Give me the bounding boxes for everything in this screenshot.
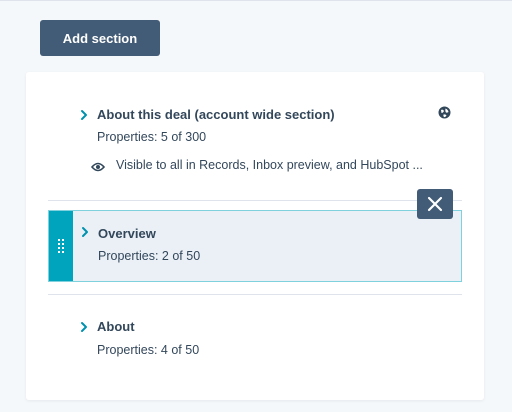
visibility-text: Visible to all in Records, Inbox preview… [116, 158, 423, 172]
section-overview-selected[interactable]: Overview Properties: 2 of 50 [48, 210, 462, 282]
chevron-right-icon[interactable] [80, 226, 90, 238]
section-properties-count: Properties: 5 of 300 [97, 130, 207, 144]
chevron-right-icon[interactable] [79, 109, 89, 121]
drag-dots-icon [58, 239, 64, 253]
section-properties-count: Properties: 4 of 50 [97, 343, 200, 357]
section-title[interactable]: About this deal (account wide section) [97, 107, 335, 122]
section-divider [48, 200, 462, 201]
section-about-this-deal: About this deal (account wide section) P… [26, 72, 484, 200]
section-title[interactable]: About [97, 319, 135, 334]
top-divider [0, 0, 512, 1]
eye-icon [91, 162, 105, 172]
close-button[interactable] [417, 189, 453, 219]
add-section-button[interactable]: Add section [40, 20, 160, 56]
section-properties-count: Properties: 2 of 50 [98, 249, 201, 263]
section-about: About Properties: 4 of 50 [26, 295, 484, 400]
drag-handle[interactable] [49, 211, 73, 281]
chevron-right-icon[interactable] [79, 321, 89, 333]
section-title[interactable]: Overview [98, 226, 156, 241]
globe-icon [438, 106, 451, 119]
close-icon [427, 196, 443, 212]
